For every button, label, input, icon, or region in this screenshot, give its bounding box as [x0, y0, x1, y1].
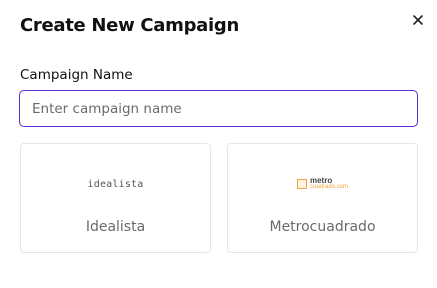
- metro-logo-bottom-text: cuadrado.com: [309, 184, 349, 190]
- close-button[interactable]: [409, 11, 427, 29]
- provider-label-metrocuadrado: Metrocuadrado: [269, 219, 376, 235]
- create-campaign-dialog: Create New Campaign Campaign Name ideali…: [0, 0, 437, 288]
- metrocuadrado-logo: metro cuadrado.com: [228, 172, 417, 196]
- campaign-name-label: Campaign Name: [20, 67, 133, 83]
- metro-logo-top-text: metro: [309, 176, 333, 185]
- metro-logo-square-icon: [296, 179, 307, 189]
- idealista-logo-text: idealista: [87, 178, 144, 190]
- provider-card-metrocuadrado[interactable]: metro cuadrado.com Metrocuadrado: [227, 143, 418, 253]
- idealista-logo: idealista: [21, 172, 210, 196]
- close-icon: [413, 15, 423, 25]
- campaign-name-input[interactable]: [19, 90, 418, 127]
- dialog-title: Create New Campaign: [20, 15, 240, 36]
- provider-card-idealista[interactable]: idealista Idealista: [20, 143, 211, 253]
- provider-label-idealista: Idealista: [85, 219, 146, 235]
